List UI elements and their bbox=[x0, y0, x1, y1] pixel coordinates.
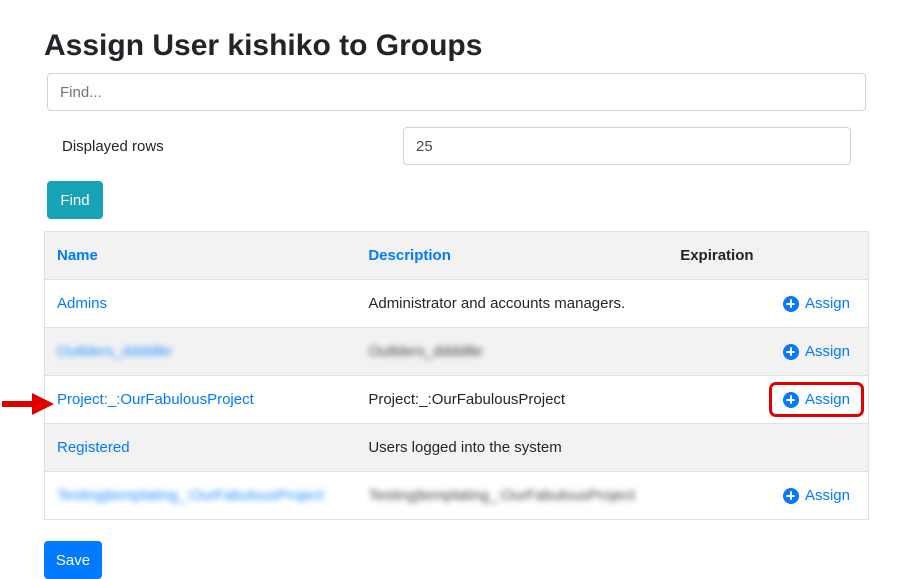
table-row: Project:_:OurFabulousProject Project:_:O… bbox=[44, 375, 869, 424]
table-row: Registered Users logged into the system bbox=[44, 423, 869, 472]
displayed-rows-input[interactable] bbox=[403, 127, 851, 165]
assign-button[interactable]: Assign bbox=[781, 291, 852, 316]
plus-circle-icon bbox=[782, 391, 799, 408]
group-description: Outlders_ddddtkr bbox=[356, 327, 669, 376]
page-title: Assign User kishiko to Groups bbox=[44, 29, 483, 62]
group-name-link[interactable]: Admins bbox=[57, 295, 107, 312]
group-name-link[interactable]: Registered bbox=[57, 439, 130, 456]
groups-table: Name Description Expiration Admins Admin… bbox=[44, 231, 869, 520]
header-expiration: Expiration bbox=[668, 231, 869, 280]
header-description[interactable]: Description bbox=[356, 231, 669, 280]
plus-circle-icon bbox=[782, 487, 799, 504]
table-row: Testing|templating_:OurFabulousProject T… bbox=[44, 471, 869, 520]
displayed-rows-label: Displayed rows bbox=[62, 138, 164, 155]
group-name-link[interactable]: Project:_:OurFabulousProject bbox=[57, 391, 254, 408]
group-description: Users logged into the system bbox=[356, 423, 669, 472]
empty-action-cell bbox=[668, 423, 869, 472]
assign-button[interactable]: Assign bbox=[781, 483, 852, 508]
table-row: Admins Administrator and accounts manage… bbox=[44, 279, 869, 328]
save-button[interactable]: Save bbox=[44, 541, 102, 579]
group-description: Testing|templating_:OurFabulousProject bbox=[356, 471, 669, 520]
group-description: Project:_:OurFabulousProject bbox=[356, 375, 669, 424]
assign-button[interactable]: Assign bbox=[781, 339, 852, 364]
group-description: Administrator and accounts managers. bbox=[356, 279, 669, 328]
group-name-link[interactable]: Testing|templating_:OurFabulousProject bbox=[57, 487, 324, 504]
group-name-link[interactable]: Outlders_ddddtkr bbox=[57, 343, 172, 360]
sort-description-link[interactable]: Description bbox=[368, 247, 451, 264]
plus-circle-icon bbox=[782, 343, 799, 360]
plus-circle-icon bbox=[782, 295, 799, 312]
table-row: Outlders_ddddtkr Outlders_ddddtkr Assign bbox=[44, 327, 869, 376]
sort-name-link[interactable]: Name bbox=[57, 247, 98, 264]
red-arrow-icon bbox=[2, 393, 54, 415]
find-button[interactable]: Find bbox=[47, 181, 103, 219]
search-input[interactable] bbox=[47, 73, 866, 111]
table-header-row: Name Description Expiration bbox=[44, 231, 869, 280]
assign-button[interactable]: Assign bbox=[768, 382, 864, 417]
header-name[interactable]: Name bbox=[44, 231, 357, 280]
